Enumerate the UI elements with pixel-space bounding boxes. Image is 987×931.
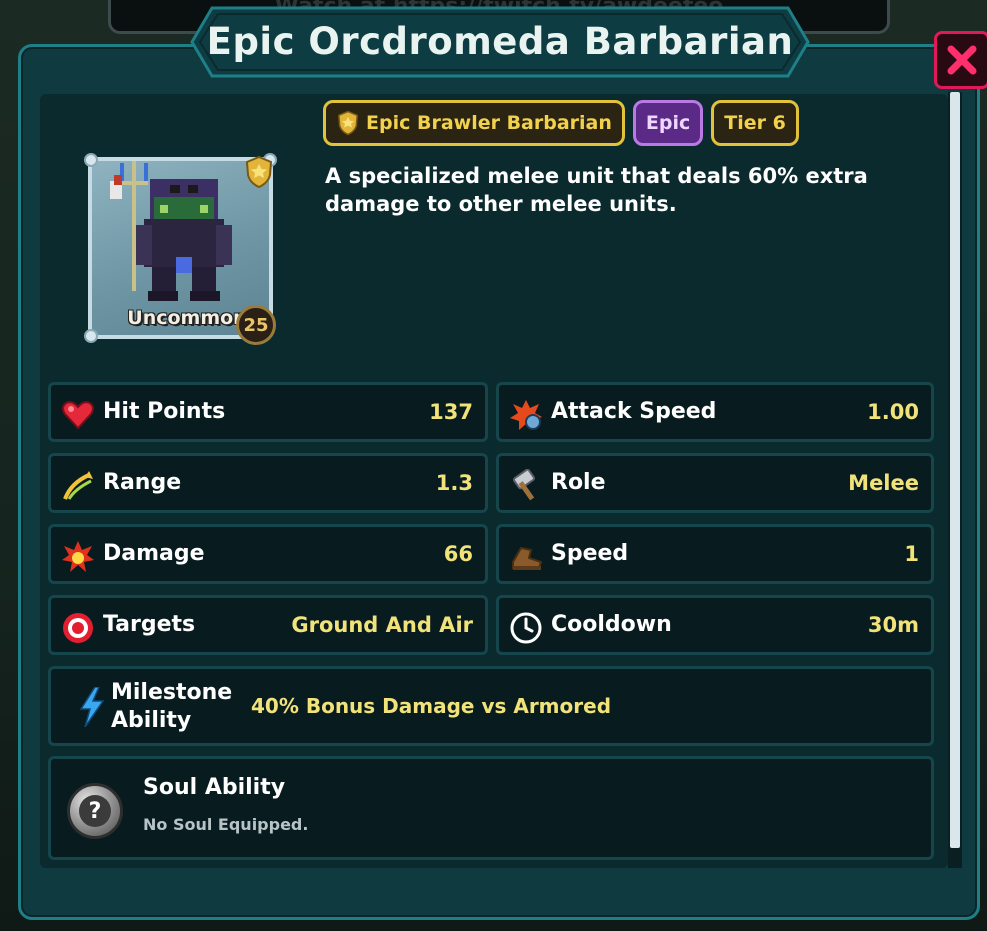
speed-boot-icon [512, 546, 543, 570]
target-icon [63, 613, 93, 643]
milestone-value: 40% Bonus Damage vs Armored [251, 694, 612, 718]
milestone-ability-row: Milestone Ability 40% Bonus Damage vs Ar… [48, 666, 934, 746]
class-tag: Epic Brawler Barbarian [323, 100, 625, 146]
stat-role: Role Melee [496, 453, 934, 513]
title-banner: Epic Orcdromeda Barbarian [190, 6, 810, 78]
level-badge: 25 [236, 305, 276, 345]
class-tag-label: Epic Brawler Barbarian [366, 112, 612, 134]
attack-speed-icon [510, 400, 542, 430]
stat-value: 30m [867, 613, 919, 637]
stat-label: Targets [103, 612, 196, 637]
unit-description: A specialized melee unit that deals 60% … [325, 164, 868, 216]
stat-cooldown: Cooldown 30m [496, 595, 934, 655]
range-icon [63, 471, 93, 500]
shield-badge-icon [336, 110, 360, 136]
unit-portrait: Uncommon 25 [84, 153, 277, 345]
rarity-tag: Epic [632, 100, 704, 146]
stat-label: Damage [103, 541, 205, 566]
stat-label: Attack Speed [551, 399, 717, 424]
stat-targets: Targets Ground And Air [48, 595, 488, 655]
stat-speed: Speed 1 [496, 524, 934, 584]
stat-label: Role [551, 470, 606, 495]
frame-corner [84, 329, 98, 343]
question-icon: ? [67, 783, 123, 839]
rarity-label: Uncommon [127, 307, 247, 329]
tier-tag: Tier 6 [711, 100, 799, 146]
stat-value: 1.00 [867, 400, 919, 424]
milestone-label: Milestone Ability [111, 680, 233, 733]
soul-ability-row[interactable]: ? Soul Ability No Soul Equipped. [48, 756, 934, 860]
damage-explosion-icon [62, 541, 94, 572]
stat-value: 1 [904, 542, 919, 566]
close-icon [947, 45, 977, 75]
stat-label: Speed [551, 541, 629, 566]
stat-value: Melee [848, 471, 919, 495]
role-hammer-icon [512, 469, 536, 501]
page-title: Epic Orcdromeda Barbarian [206, 20, 794, 63]
question-glyph: ? [79, 795, 111, 827]
stat-damage: Damage 66 [48, 524, 488, 584]
unit-tags: Epic Brawler Barbarian Epic Tier 6 [323, 100, 799, 146]
clock-icon [510, 612, 542, 644]
stat-value: 1.3 [435, 471, 473, 495]
soul-subtitle: No Soul Equipped. [143, 815, 309, 834]
heart-icon [62, 401, 94, 430]
lightning-icon [79, 687, 105, 727]
stat-hit-points: Hit Points 137 [48, 382, 488, 442]
stat-value: 137 [429, 400, 473, 424]
stat-range: Range 1.3 [48, 453, 488, 513]
stat-label: Range [103, 470, 182, 495]
soul-title: Soul Ability [143, 775, 286, 800]
frame-corner [84, 153, 98, 167]
stat-value: Ground And Air [291, 613, 473, 637]
shield-badge-icon [244, 155, 274, 193]
stat-label: Hit Points [103, 399, 226, 424]
stat-value: 66 [443, 542, 473, 566]
close-button[interactable] [934, 31, 987, 89]
stat-attack-speed: Attack Speed 1.00 [496, 382, 934, 442]
scrollbar-thumb[interactable] [950, 92, 960, 848]
stat-label: Cooldown [551, 612, 672, 637]
